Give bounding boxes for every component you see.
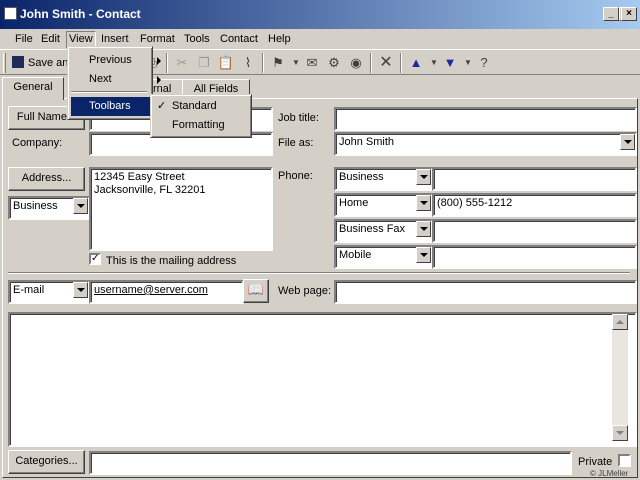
display-map-icon[interactable]: ⚙ (324, 53, 344, 73)
phone-type-4: Mobile (339, 249, 372, 261)
phone-type-combo-1[interactable]: Business (334, 167, 433, 191)
address-button[interactable]: Address... (8, 167, 85, 191)
toolbar-grip[interactable] (3, 53, 6, 73)
phone-type-combo-3[interactable]: Business Fax (334, 219, 433, 243)
tab-general[interactable]: General (2, 77, 64, 100)
submenu-arrow-icon (157, 76, 161, 84)
menu-item-previous[interactable]: Previous (71, 51, 165, 70)
notes-scrollbar[interactable] (612, 314, 628, 441)
mailing-address-label: This is the mailing address (106, 255, 237, 267)
standard-label: Standard (172, 100, 217, 112)
email-type-value: E-mail (13, 284, 45, 296)
window-title: John Smith - Contact (20, 7, 141, 21)
minimize-button[interactable]: _ (603, 7, 619, 21)
title-bar[interactable]: John Smith - Contact _ □ (0, 0, 640, 29)
company-label: Company: (12, 137, 63, 149)
menu-tools[interactable]: Tools (182, 31, 212, 47)
checkmark-icon: ✓ (157, 100, 167, 112)
next-label: Next (89, 73, 112, 85)
menu-file[interactable]: File (13, 31, 35, 47)
menu-contact[interactable]: Contact (218, 31, 260, 47)
file-as-value: John Smith (339, 136, 395, 148)
submenu-arrow-icon (157, 57, 161, 65)
chevron-down-icon[interactable] (416, 221, 431, 237)
address-type-value: Business (13, 200, 58, 212)
new-letter-icon[interactable]: ✉ (302, 53, 322, 73)
phone-type-combo-4[interactable]: Mobile (334, 245, 433, 269)
menu-help[interactable]: Help (266, 31, 293, 47)
scroll-up-icon[interactable] (612, 314, 628, 330)
email-type-combo[interactable]: E-mail (8, 280, 90, 304)
toolbar-separator (262, 53, 264, 73)
categories-field[interactable] (89, 451, 572, 475)
menu-item-next[interactable]: Next (71, 70, 165, 89)
previous-label: Previous (89, 54, 132, 66)
phone-field-1[interactable] (432, 167, 637, 191)
scroll-down-icon[interactable] (612, 425, 628, 441)
formatting-label: Formatting (172, 119, 225, 131)
help-icon[interactable]: ? (474, 53, 494, 73)
chevron-down-icon[interactable] (416, 195, 431, 211)
chevron-down-icon[interactable] (416, 247, 431, 263)
phone-field-4[interactable] (432, 245, 637, 269)
menu-format[interactable]: Format (138, 31, 177, 47)
explore-web-icon[interactable]: ◉ (346, 53, 366, 73)
chevron-down-icon[interactable] (620, 134, 635, 150)
menu-separator (71, 91, 147, 93)
phone-type-1: Business (339, 171, 384, 183)
notes-textarea[interactable] (8, 312, 637, 447)
previous-item-icon[interactable]: ▲ (406, 53, 426, 73)
private-checkbox[interactable] (618, 454, 631, 467)
divider (8, 272, 630, 274)
file-as-combo[interactable]: John Smith (334, 132, 637, 156)
view-menu: Previous Next Toolbars (67, 46, 165, 120)
menu-insert[interactable]: Insert (99, 31, 131, 47)
toolbars-submenu: ✓ Standard Formatting (150, 94, 252, 138)
toolbars-label: Toolbars (89, 100, 131, 112)
email-field[interactable]: username@server.com (89, 280, 244, 304)
file-as-label: File as: (278, 137, 314, 149)
delete-icon[interactable]: ✕ (376, 53, 396, 73)
mailing-address-checkbox[interactable]: ✓ (89, 253, 101, 265)
toolbar-separator (370, 53, 372, 73)
phone-type-2: Home (339, 197, 369, 209)
menu-item-formatting[interactable]: Formatting (154, 116, 264, 135)
address-type-combo[interactable]: Business (8, 196, 90, 220)
address-textarea[interactable]: 12345 Easy Street Jacksonville, FL 32201 (89, 167, 273, 251)
phone-label: Phone: (278, 170, 313, 182)
private-label: Private (578, 456, 613, 468)
contact-card-icon[interactable] (4, 7, 17, 20)
address-book-icon[interactable]: 📖 (243, 279, 269, 303)
attach-icon[interactable]: ⌇ (238, 53, 258, 73)
web-page-field[interactable] (334, 280, 637, 304)
address-line-1: 12345 Easy Street (94, 171, 185, 183)
menu-item-standard[interactable]: ✓ Standard (154, 97, 264, 116)
categories-button[interactable]: Categories... (8, 450, 85, 474)
watermark: © JLMeller (590, 469, 629, 478)
toolbar-separator (166, 53, 168, 73)
toolbar-separator (400, 53, 402, 73)
job-title-field[interactable] (334, 107, 637, 131)
phone-type-3: Business Fax (339, 223, 406, 235)
phone-field-3[interactable] (432, 219, 637, 243)
phone-type-combo-2[interactable]: Home (334, 193, 433, 217)
web-page-label: Web page: (278, 285, 332, 297)
paste-icon[interactable]: 📋 (216, 53, 236, 73)
flag-icon[interactable]: ⚑ (268, 53, 288, 73)
save-icon (12, 56, 24, 68)
chevron-down-icon[interactable] (73, 282, 88, 298)
close-icon[interactable]: × (621, 7, 637, 21)
job-title-label: Job title: (278, 112, 319, 124)
copy-icon[interactable]: ❐ (194, 53, 214, 73)
cut-icon[interactable]: ✂ (172, 53, 192, 73)
address-line-2: Jacksonville, FL 32201 (94, 184, 206, 196)
chevron-down-icon[interactable] (416, 169, 431, 185)
phone-field-2[interactable]: (800) 555-1212 (432, 193, 637, 217)
chevron-down-icon[interactable] (73, 198, 88, 214)
next-item-icon[interactable]: ▼ (440, 53, 460, 73)
menu-edit[interactable]: Edit (39, 31, 62, 47)
